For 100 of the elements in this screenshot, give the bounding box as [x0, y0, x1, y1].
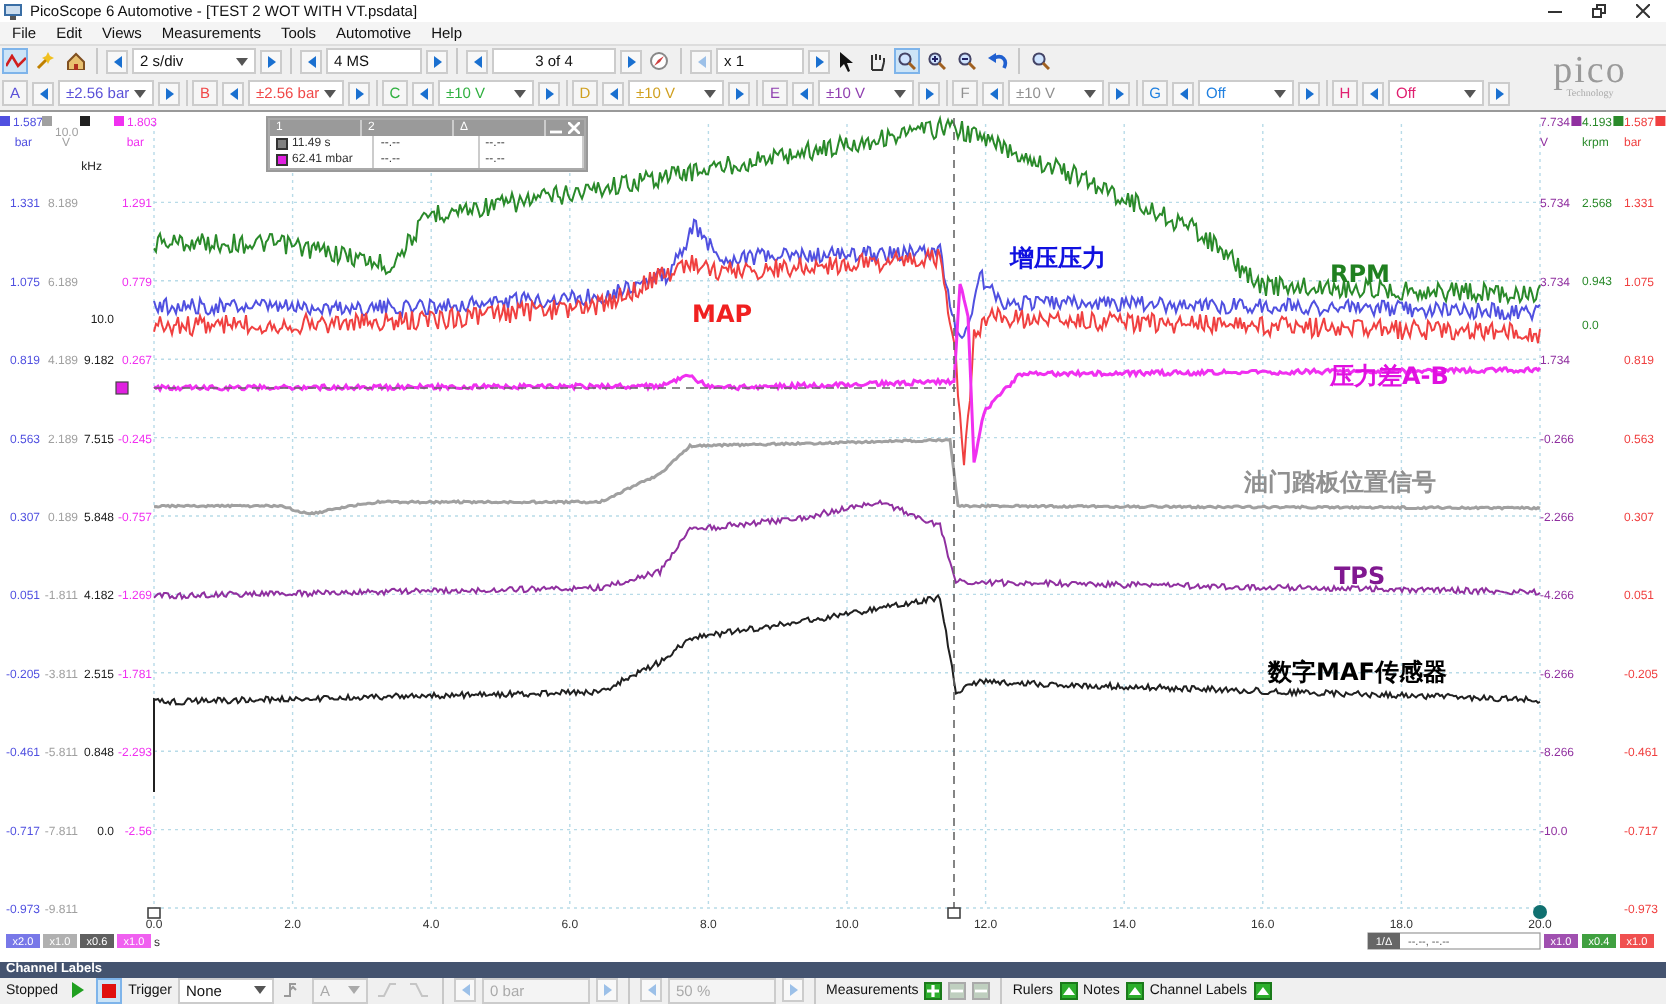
zoom-in-icon	[928, 52, 946, 71]
previous-button[interactable]	[792, 81, 814, 106]
next-button[interactable]	[1488, 81, 1510, 106]
right-arrow-icon	[1305, 87, 1313, 100]
ruler-handle[interactable]	[147, 907, 161, 919]
right-arrow-icon	[355, 87, 363, 100]
caret-icon	[1274, 89, 1286, 98]
left-arrow-icon	[989, 87, 997, 100]
caret-icon	[236, 57, 248, 66]
close-icon[interactable]	[568, 121, 580, 134]
previous-button[interactable]	[412, 81, 434, 106]
caret-icon	[514, 89, 526, 98]
next-button[interactable]	[620, 49, 642, 74]
right-arrow-icon	[267, 55, 275, 68]
next-button[interactable]	[260, 49, 282, 74]
home-button[interactable]	[62, 48, 88, 75]
channel-note: RPM	[1330, 259, 1390, 288]
play-icon	[71, 982, 84, 999]
previous-button[interactable]	[602, 81, 624, 106]
previous-button[interactable]	[1172, 81, 1194, 106]
wand-button[interactable]	[32, 48, 58, 75]
ruler-handle[interactable]	[947, 907, 961, 919]
right-arrow-icon	[735, 87, 743, 100]
right-arrow-icon	[545, 87, 553, 100]
next-button[interactable]	[728, 81, 750, 106]
zoom-out-icon	[958, 52, 976, 71]
wand-icon	[36, 52, 54, 71]
house-icon	[65, 52, 85, 71]
app-icon	[4, 1, 24, 20]
left-arrow-icon	[307, 55, 315, 68]
previous-button[interactable]	[982, 81, 1004, 106]
restore-icon	[1592, 3, 1606, 18]
caret-icon	[1084, 89, 1096, 98]
left-arrow-icon	[419, 87, 427, 100]
right-arrow-icon	[1495, 87, 1503, 100]
caret-icon	[894, 89, 906, 98]
right-arrow-icon	[603, 984, 612, 997]
scope-mode-button[interactable]	[2, 48, 28, 75]
right-arrow-icon	[627, 55, 635, 68]
navigator-button[interactable]	[646, 48, 672, 75]
right-arrow-icon	[815, 55, 823, 68]
right-arrow-icon	[925, 87, 933, 100]
channel-note: TPS	[1334, 561, 1386, 590]
ruler-handle[interactable]	[115, 381, 129, 395]
ruler-line[interactable]	[153, 387, 957, 389]
logo-wordmark: pico	[1553, 54, 1627, 91]
caret-icon	[348, 986, 361, 995]
caret-icon	[704, 89, 716, 98]
left-arrow-icon	[229, 87, 237, 100]
channel-note: 增压压力	[1010, 243, 1106, 272]
caret-icon	[324, 89, 336, 98]
right-arrow-icon	[789, 984, 798, 997]
next-button[interactable]	[158, 81, 180, 106]
next-button[interactable]	[808, 49, 830, 74]
compass-icon	[650, 52, 668, 71]
next-button[interactable]	[426, 49, 448, 74]
caret-icon	[1464, 89, 1476, 98]
pointer-icon	[840, 51, 854, 72]
previous-button[interactable]	[1362, 81, 1384, 106]
previous-button[interactable]	[466, 49, 488, 74]
next-button[interactable]	[538, 81, 560, 106]
left-arrow-icon	[473, 55, 481, 68]
stop-button[interactable]	[96, 977, 123, 1004]
left-arrow-icon	[1179, 87, 1187, 100]
left-arrow-icon	[113, 55, 121, 68]
next-button[interactable]	[1108, 81, 1130, 106]
left-arrow-icon	[697, 55, 705, 68]
channel-note: 数字MAF传感器	[1268, 657, 1447, 686]
caret-icon	[134, 89, 146, 98]
zoom-out-button[interactable]	[954, 48, 980, 75]
caret-icon	[254, 986, 267, 995]
left-arrow-icon	[461, 984, 470, 997]
next-button[interactable]	[348, 81, 370, 106]
zoom-fit-button[interactable]	[1028, 48, 1054, 75]
right-arrow-icon	[1115, 87, 1123, 100]
next-button[interactable]	[918, 81, 940, 106]
right-arrow-icon	[433, 55, 441, 68]
undo-zoom-button[interactable]	[984, 48, 1010, 75]
stop-icon	[102, 983, 117, 998]
ruler-line[interactable]	[953, 117, 955, 909]
ruler-handle[interactable]	[1533, 904, 1547, 919]
hand-icon	[868, 51, 886, 72]
waveform-icon	[5, 53, 25, 70]
left-arrow-icon	[647, 984, 656, 997]
close-icon	[1636, 3, 1650, 18]
previous-button[interactable]	[222, 81, 244, 106]
magnifier-icon	[898, 52, 916, 71]
left-arrow-icon	[1369, 87, 1377, 100]
zoom-tool-button[interactable]	[894, 48, 920, 75]
previous-button[interactable]	[32, 81, 54, 106]
channel-note: MAP	[692, 299, 753, 328]
previous-button[interactable]	[300, 49, 322, 74]
zoom-in-button[interactable]	[924, 48, 950, 75]
left-arrow-icon	[799, 87, 807, 100]
left-arrow-icon	[609, 87, 617, 100]
channel-note: 油门踏板位置信号	[1244, 467, 1436, 496]
left-arrow-icon	[39, 87, 47, 100]
right-arrow-icon	[165, 87, 173, 100]
previous-button[interactable]	[106, 49, 128, 74]
next-button[interactable]	[1298, 81, 1320, 106]
